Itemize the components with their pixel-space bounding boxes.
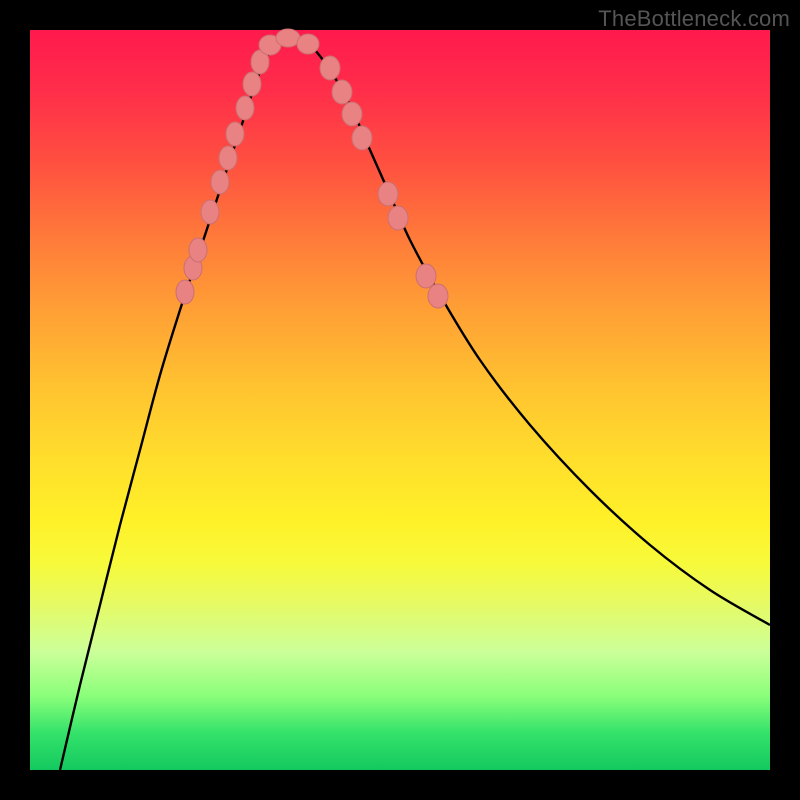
markers-group	[176, 29, 448, 308]
data-marker	[352, 126, 372, 150]
data-marker	[428, 284, 448, 308]
data-marker	[189, 238, 207, 262]
data-marker	[388, 206, 408, 230]
data-marker	[236, 96, 254, 120]
data-marker	[297, 34, 319, 54]
data-marker	[276, 29, 300, 47]
data-marker	[176, 280, 194, 304]
data-marker	[416, 264, 436, 288]
data-marker	[219, 146, 237, 170]
data-marker	[320, 56, 340, 80]
bottleneck-curve	[60, 37, 770, 770]
chart-frame: TheBottleneck.com	[0, 0, 800, 800]
data-marker	[211, 170, 229, 194]
data-marker	[342, 102, 362, 126]
watermark-text: TheBottleneck.com	[598, 6, 790, 32]
plot-area	[30, 30, 770, 770]
data-marker	[378, 182, 398, 206]
data-marker	[243, 72, 261, 96]
data-marker	[332, 80, 352, 104]
curve-svg	[30, 30, 770, 770]
data-marker	[201, 200, 219, 224]
data-marker	[226, 122, 244, 146]
